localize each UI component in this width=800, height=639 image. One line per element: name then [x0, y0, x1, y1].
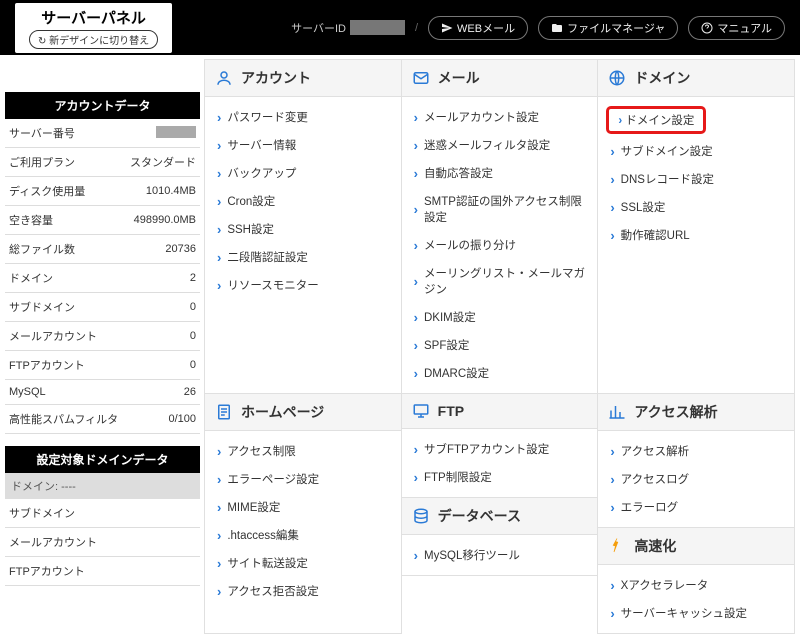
help-icon	[701, 22, 713, 34]
main-panel: アカウント パスワード変更 サーバー情報 バックアップ Cron設定 SSH設定…	[205, 60, 795, 634]
domain-data-title: 設定対象ドメインデータ	[5, 446, 200, 473]
link-mime[interactable]: MIME設定	[205, 493, 401, 521]
user-icon	[215, 69, 233, 87]
link-redirect[interactable]: サイト転送設定	[205, 549, 401, 577]
link-backup[interactable]: バックアップ	[205, 159, 401, 187]
manual-button[interactable]: マニュアル	[688, 16, 785, 40]
link-domain-setting[interactable]: › ドメイン設定	[598, 103, 794, 137]
link-ssl[interactable]: SSL設定	[598, 193, 794, 221]
link-spf[interactable]: SPF設定	[402, 331, 598, 359]
link-2fa[interactable]: 二段階認証設定	[205, 243, 401, 271]
category-header: メール	[402, 60, 598, 97]
mail-icon	[412, 69, 430, 87]
link-access-log[interactable]: アクセスログ	[598, 465, 794, 493]
link-htaccess[interactable]: .htaccess編集	[205, 521, 401, 549]
account-data-title: アカウントデータ	[5, 92, 200, 119]
link-autoresponder[interactable]: 自動応答設定	[402, 159, 598, 187]
speed-icon	[608, 537, 626, 555]
link-smtp-limit[interactable]: SMTP認証の国外アクセス制限設定	[402, 187, 598, 231]
globe-icon	[608, 69, 626, 87]
header-right: サーバーID / WEBメール ファイルマネージャ マニュアル	[291, 16, 785, 40]
table-row: MySQL26	[5, 380, 200, 405]
database-icon	[412, 507, 430, 525]
table-row: サブドメイン	[5, 499, 200, 528]
monitor-icon	[412, 402, 430, 420]
chart-icon	[608, 403, 626, 421]
table-row: ドメイン2	[5, 264, 200, 293]
link-mailinglist[interactable]: メーリングリスト・メールマガジン	[402, 259, 598, 303]
category-homepage: ホームページ アクセス制限 エラーページ設定 MIME設定 .htaccess編…	[204, 393, 402, 634]
server-num-mask	[156, 126, 196, 138]
link-mail-sort[interactable]: メールの振り分け	[402, 231, 598, 259]
account-data-table: サーバー番号 ご利用プランスタンダード ディスク使用量1010.4MB 空き容量…	[5, 119, 200, 434]
switch-design-button[interactable]: ↻ 新デザインに切り替え	[29, 30, 158, 49]
category-header: FTP	[402, 394, 598, 429]
category-speed: 高速化 Xアクセラレータ サーバーキャッシュ設定	[597, 527, 795, 634]
table-row: 総ファイル数20736	[5, 235, 200, 264]
filemanager-button[interactable]: ファイルマネージャ	[538, 16, 678, 40]
category-header: ドメイン	[598, 60, 794, 97]
server-id-mask	[350, 20, 405, 35]
category-account: アカウント パスワード変更 サーバー情報 バックアップ Cron設定 SSH設定…	[204, 59, 402, 394]
link-password[interactable]: パスワード変更	[205, 103, 401, 131]
link-resource[interactable]: リソースモニター	[205, 271, 401, 299]
category-ftp: FTP サブFTPアカウント設定 FTP制限設定	[401, 393, 599, 498]
category-database: データベース MySQL移行ツール	[401, 497, 599, 576]
table-row: 空き容量498990.0MB	[5, 206, 200, 235]
sidebar: アカウントデータ サーバー番号 ご利用プランスタンダード ディスク使用量1010…	[5, 60, 200, 634]
link-ftp-limit[interactable]: FTP制限設定	[402, 463, 598, 491]
domain-data-table: サブドメイン メールアカウント FTPアカウント	[5, 499, 200, 586]
separator: /	[415, 22, 418, 34]
webmail-button[interactable]: WEBメール	[428, 16, 528, 40]
link-dns[interactable]: DNSレコード設定	[598, 165, 794, 193]
panel-title: サーバーパネル	[29, 7, 158, 28]
document-icon	[215, 403, 233, 421]
category-header: アクセス解析	[598, 394, 794, 431]
table-row: FTPアカウント0	[5, 351, 200, 380]
link-cron[interactable]: Cron設定	[205, 187, 401, 215]
category-domain: ドメイン › ドメイン設定 サブドメイン設定 DNSレコード設定 SSL設定 動…	[597, 59, 795, 394]
link-mail-account[interactable]: メールアカウント設定	[402, 103, 598, 131]
category-header: アカウント	[205, 60, 401, 97]
main-container: アカウントデータ サーバー番号 ご利用プランスタンダード ディスク使用量1010…	[0, 55, 800, 639]
link-error-log[interactable]: エラーログ	[598, 493, 794, 521]
link-sub-ftp[interactable]: サブFTPアカウント設定	[402, 435, 598, 463]
category-header: データベース	[402, 498, 598, 535]
logo-panel: サーバーパネル ↻ 新デザインに切り替え	[15, 3, 172, 53]
link-errorpage[interactable]: エラーページ設定	[205, 465, 401, 493]
table-row: サブドメイン0	[5, 293, 200, 322]
link-xaccelerator[interactable]: Xアクセラレータ	[598, 571, 794, 599]
category-access: アクセス解析 アクセス解析 アクセスログ エラーログ	[597, 393, 795, 528]
link-subdomain[interactable]: サブドメイン設定	[598, 137, 794, 165]
link-server-info[interactable]: サーバー情報	[205, 131, 401, 159]
highlight-box: › ドメイン設定	[606, 106, 706, 134]
link-ssh[interactable]: SSH設定	[205, 215, 401, 243]
table-row: サーバー番号	[5, 119, 200, 148]
category-mail: メール メールアカウント設定 迷惑メールフィルタ設定 自動応答設定 SMTP認証…	[401, 59, 599, 394]
link-spam-filter[interactable]: 迷惑メールフィルタ設定	[402, 131, 598, 159]
table-row: メールアカウント	[5, 528, 200, 557]
folder-icon	[551, 22, 563, 34]
link-dmarc[interactable]: DMARC設定	[402, 359, 598, 387]
table-row: ご利用プランスタンダード	[5, 148, 200, 177]
link-check-url[interactable]: 動作確認URL	[598, 221, 794, 249]
paper-plane-icon	[441, 22, 453, 34]
table-row: 高性能スパムフィルタ0/100	[5, 405, 200, 434]
server-id-display: サーバーID	[291, 20, 405, 36]
domain-current: ドメイン: ----	[5, 473, 200, 499]
table-row: FTPアカウント	[5, 557, 200, 586]
table-row: ディスク使用量1010.4MB	[5, 177, 200, 206]
link-dkim[interactable]: DKIM設定	[402, 303, 598, 331]
category-grid: アカウント パスワード変更 サーバー情報 バックアップ Cron設定 SSH設定…	[205, 60, 795, 634]
link-server-cache[interactable]: サーバーキャッシュ設定	[598, 599, 794, 627]
category-header: 高速化	[598, 528, 794, 565]
link-access-deny[interactable]: アクセス拒否設定	[205, 577, 401, 605]
header-bar: サーバーパネル ↻ 新デザインに切り替え サーバーID / WEBメール ファイ…	[0, 0, 800, 55]
link-access-limit[interactable]: アクセス制限	[205, 437, 401, 465]
table-row: メールアカウント0	[5, 322, 200, 351]
link-mysql-migrate[interactable]: MySQL移行ツール	[402, 541, 598, 569]
category-header: ホームページ	[205, 394, 401, 431]
link-access-analytics[interactable]: アクセス解析	[598, 437, 794, 465]
